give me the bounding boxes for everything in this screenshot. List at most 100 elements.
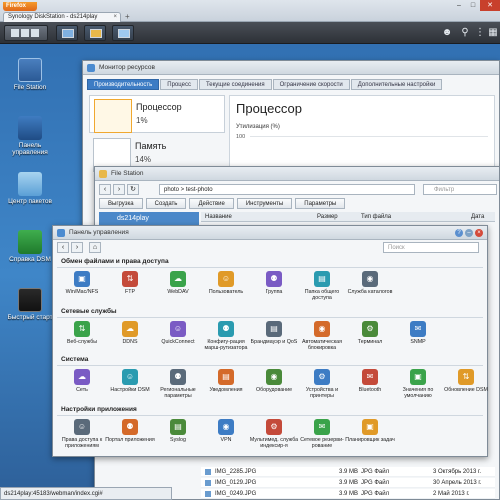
desktop-icon-package-center[interactable]: Центр пакетов xyxy=(4,172,56,205)
window-titlebar[interactable]: Панель управления ? – × xyxy=(53,226,487,240)
package-icon xyxy=(18,172,42,196)
minimize-icon[interactable]: – xyxy=(452,0,466,11)
cp-item-icon: ▣ xyxy=(362,419,378,435)
table-row[interactable]: IMG_0129.JPG 3.9 MB JPG Файл 30 Апрель 2… xyxy=(201,478,495,488)
tab-close-icon[interactable]: × xyxy=(113,13,117,22)
cp-item[interactable]: ◉ Автоматическая блокировка xyxy=(297,321,347,352)
cp-item[interactable]: ☺ Пользователь xyxy=(201,271,251,295)
cp-item[interactable]: ☺ QuickConnect xyxy=(153,321,203,345)
cp-item[interactable]: ▤ Syslog xyxy=(153,419,203,443)
settings-button[interactable]: Параметры xyxy=(295,198,346,209)
tab-connections[interactable]: Текущие соединения xyxy=(198,79,272,90)
cp-item[interactable]: ▤ Папка общего доступа xyxy=(297,271,347,302)
search-input[interactable]: Поиск xyxy=(383,242,479,253)
new-tab-button[interactable]: + xyxy=(125,12,135,21)
close-window-icon[interactable]: ✕ xyxy=(480,0,500,11)
cp-item-icon: ◉ xyxy=(218,419,234,435)
taskbar-control-panel[interactable] xyxy=(112,25,134,41)
tab-advanced[interactable]: Дополнительные настройки xyxy=(350,79,443,90)
forward-button[interactable]: › xyxy=(113,184,125,195)
cp-item[interactable]: ✉ Сетевое резерви-рование xyxy=(297,419,347,450)
cp-item[interactable]: ⇅ Веб-службы xyxy=(57,321,107,345)
minimize-icon[interactable]: – xyxy=(465,229,473,237)
tab-speed-limit[interactable]: Ограничение скорости xyxy=(272,79,350,90)
cp-item[interactable]: ☺ Настройки DSM xyxy=(105,369,155,393)
taskbar-resource-monitor[interactable] xyxy=(56,25,78,41)
desktop-icon-file-station[interactable]: File Station xyxy=(4,58,56,91)
filter-input[interactable]: Фильтр xyxy=(423,184,497,195)
desktop-icon-quick-start[interactable]: Быстрый старт xyxy=(4,288,56,321)
window-titlebar[interactable]: File Station xyxy=(95,167,499,181)
desktop-icon-dsm-help[interactable]: Справка DSM xyxy=(4,230,56,263)
close-icon[interactable]: × xyxy=(475,229,483,237)
column-date[interactable]: Дата xyxy=(471,212,484,222)
section-title-network-services: Сетевые службы xyxy=(61,308,117,315)
column-type[interactable]: Тип файла xyxy=(361,212,391,222)
cp-item[interactable]: ⚉ Конфигу-рация марш-рутизатора xyxy=(201,321,251,352)
back-button[interactable]: ‹ xyxy=(99,184,111,195)
cp-item[interactable]: ⚉ Группа xyxy=(249,271,299,295)
cp-item[interactable]: ▣ Значения по умолчанию xyxy=(393,369,443,400)
window-titlebar[interactable]: Монитор ресурсов xyxy=(83,61,499,75)
cp-item[interactable]: ▤ Уведомления xyxy=(201,369,251,393)
cp-item[interactable]: ☁ WebDAV xyxy=(153,271,203,295)
control-panel-window: Панель управления ? – × ‹ › ⌂ Поиск Обме… xyxy=(52,225,488,457)
firefox-menu-button[interactable]: Firefox xyxy=(3,2,37,11)
widgets-icon[interactable]: ▦ xyxy=(486,26,500,40)
cp-item-label: QuickConnect xyxy=(161,339,195,345)
desktop-icon-control-panel[interactable]: Панель управления xyxy=(4,116,56,156)
cp-item[interactable]: ☺ Права доступа к приложениям xyxy=(57,419,107,450)
cp-item-icon: ☺ xyxy=(74,419,90,435)
path-bar[interactable]: photo > test-photo xyxy=(159,184,415,195)
cp-item[interactable]: ⚉ Региональные параметры xyxy=(153,369,203,400)
create-button[interactable]: Создать xyxy=(145,198,187,209)
maximize-icon[interactable]: □ xyxy=(466,0,480,11)
cp-item[interactable]: ⚉ Портал приложения xyxy=(105,419,155,443)
dsm-taskbar: ☻ ⚲ ⋮ ▦ xyxy=(0,22,500,44)
cp-item[interactable]: ✉ Bluetooth xyxy=(345,369,395,393)
taskbar-file-station[interactable] xyxy=(84,25,106,41)
tools-button[interactable]: Инструменты xyxy=(236,198,293,209)
refresh-button[interactable]: ↻ xyxy=(127,184,139,195)
section-divider xyxy=(57,317,483,318)
user-icon[interactable]: ☻ xyxy=(440,26,454,40)
forward-button[interactable]: › xyxy=(71,242,83,253)
help-icon[interactable]: ? xyxy=(455,229,463,237)
tab-process[interactable]: Процесс xyxy=(160,79,198,90)
column-size[interactable]: Размер xyxy=(317,212,338,222)
home-icon[interactable]: ⌂ xyxy=(89,242,101,253)
cp-item[interactable]: ⚙ Устройства и принтеры xyxy=(297,369,347,400)
cp-item-label: WebDAV xyxy=(167,289,189,295)
resmon-item-cpu[interactable]: Процессор 1% xyxy=(89,95,225,133)
image-file-icon xyxy=(205,480,211,486)
browser-tab[interactable]: Synology DiskStation - ds214play × xyxy=(3,12,121,22)
cp-item-icon: ☺ xyxy=(122,369,138,385)
cp-item[interactable]: ▣ Win/Mac/NFS xyxy=(57,271,107,295)
cp-item[interactable]: ▣ Планировщик задач xyxy=(345,419,395,443)
cp-item-label: Региональные параметры xyxy=(160,387,196,400)
cp-item[interactable]: ◉ Служба каталогов xyxy=(345,271,395,295)
cp-item[interactable]: ⚙ Мультимед. служба индексир-я xyxy=(249,419,299,450)
action-button[interactable]: Действие xyxy=(189,198,234,209)
options-icon[interactable]: ⋮ xyxy=(473,26,487,40)
cp-item[interactable]: ✉ SNMP xyxy=(393,321,443,345)
cp-item[interactable]: ◉ Оборудование xyxy=(249,369,299,393)
tree-root[interactable]: ds214play xyxy=(99,212,199,226)
cp-item[interactable]: ⇅ FTP xyxy=(105,271,155,295)
back-button[interactable]: ‹ xyxy=(57,242,69,253)
cp-item[interactable]: ⇅ Обновление DSM xyxy=(441,369,491,393)
cp-item[interactable]: ☁ Сеть xyxy=(57,369,107,393)
cp-item[interactable]: ◉ VPN xyxy=(201,419,251,443)
cp-item-label: Сеть xyxy=(76,387,88,393)
cp-item[interactable]: ☁ DDNS xyxy=(105,321,155,345)
table-row[interactable]: IMG_0249.JPG 3.9 MB JPG Файл 2 Май 2013 … xyxy=(201,489,495,499)
tab-performance[interactable]: Производительность xyxy=(87,79,160,90)
upload-button[interactable]: Выгрузка xyxy=(99,198,143,209)
cp-item-label: Веб-службы xyxy=(66,339,98,345)
main-menu-button[interactable] xyxy=(4,25,48,41)
cp-item[interactable]: ▤ Брандмауэр и QoS xyxy=(249,321,299,345)
cp-item[interactable]: ⚙ Терминал xyxy=(345,321,395,345)
table-row[interactable]: IMG_2285.JPG 3.9 MB JPG Файл 3 Октябрь 2… xyxy=(201,467,495,477)
column-name[interactable]: Название xyxy=(205,212,232,222)
search-icon[interactable]: ⚲ xyxy=(458,26,472,40)
